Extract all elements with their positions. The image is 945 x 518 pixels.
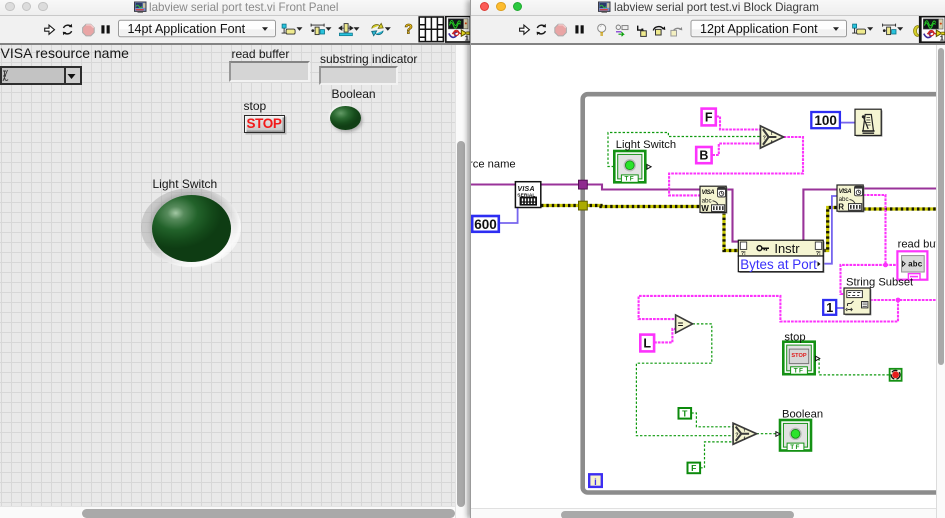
svg-text:Instr: Instr [774, 241, 800, 256]
svg-text:600: 600 [474, 217, 497, 232]
svg-text:T: T [682, 408, 688, 418]
svg-text:W: W [701, 204, 709, 213]
svg-text:14pt Application Font: 14pt Application Font [128, 22, 246, 36]
svg-text:TF: TF [794, 368, 805, 375]
svg-text:read buffer: read buffer [898, 239, 936, 251]
svg-text:String Subset: String Subset [846, 277, 914, 289]
svg-text:Bytes at Port: Bytes at Port [740, 257, 817, 272]
svg-text:i: i [594, 477, 597, 488]
svg-text:VISA: VISA [518, 186, 535, 193]
svg-text:12pt Application Font: 12pt Application Font [700, 22, 818, 36]
svg-text:STOP: STOP [791, 353, 806, 359]
svg-text:100: 100 [814, 113, 837, 128]
svg-text:TF: TF [790, 444, 801, 451]
svg-text:stop: stop [784, 331, 805, 343]
svg-text:VISA: VISA [839, 189, 852, 195]
svg-text:R: R [838, 203, 844, 212]
svg-text:?!: ?! [741, 251, 746, 257]
svg-text:?: ? [763, 136, 766, 142]
svg-text:rce name: rce name [471, 158, 516, 170]
svg-text:TF: TF [624, 176, 635, 183]
svg-text:L: L [643, 337, 651, 351]
svg-text:F: F [691, 463, 696, 473]
svg-text:=: = [678, 320, 684, 331]
svg-text:abc: abc [908, 261, 923, 270]
svg-text:F: F [705, 111, 713, 125]
svg-text:1: 1 [826, 301, 833, 315]
svg-text:?!: ?! [816, 251, 821, 257]
svg-text:B: B [699, 149, 708, 163]
svg-text:Light Switch: Light Switch [616, 139, 676, 151]
svg-text:Boolean: Boolean [782, 409, 823, 421]
svg-text:?: ? [735, 432, 738, 438]
svg-text:VISA: VISA [702, 190, 715, 196]
